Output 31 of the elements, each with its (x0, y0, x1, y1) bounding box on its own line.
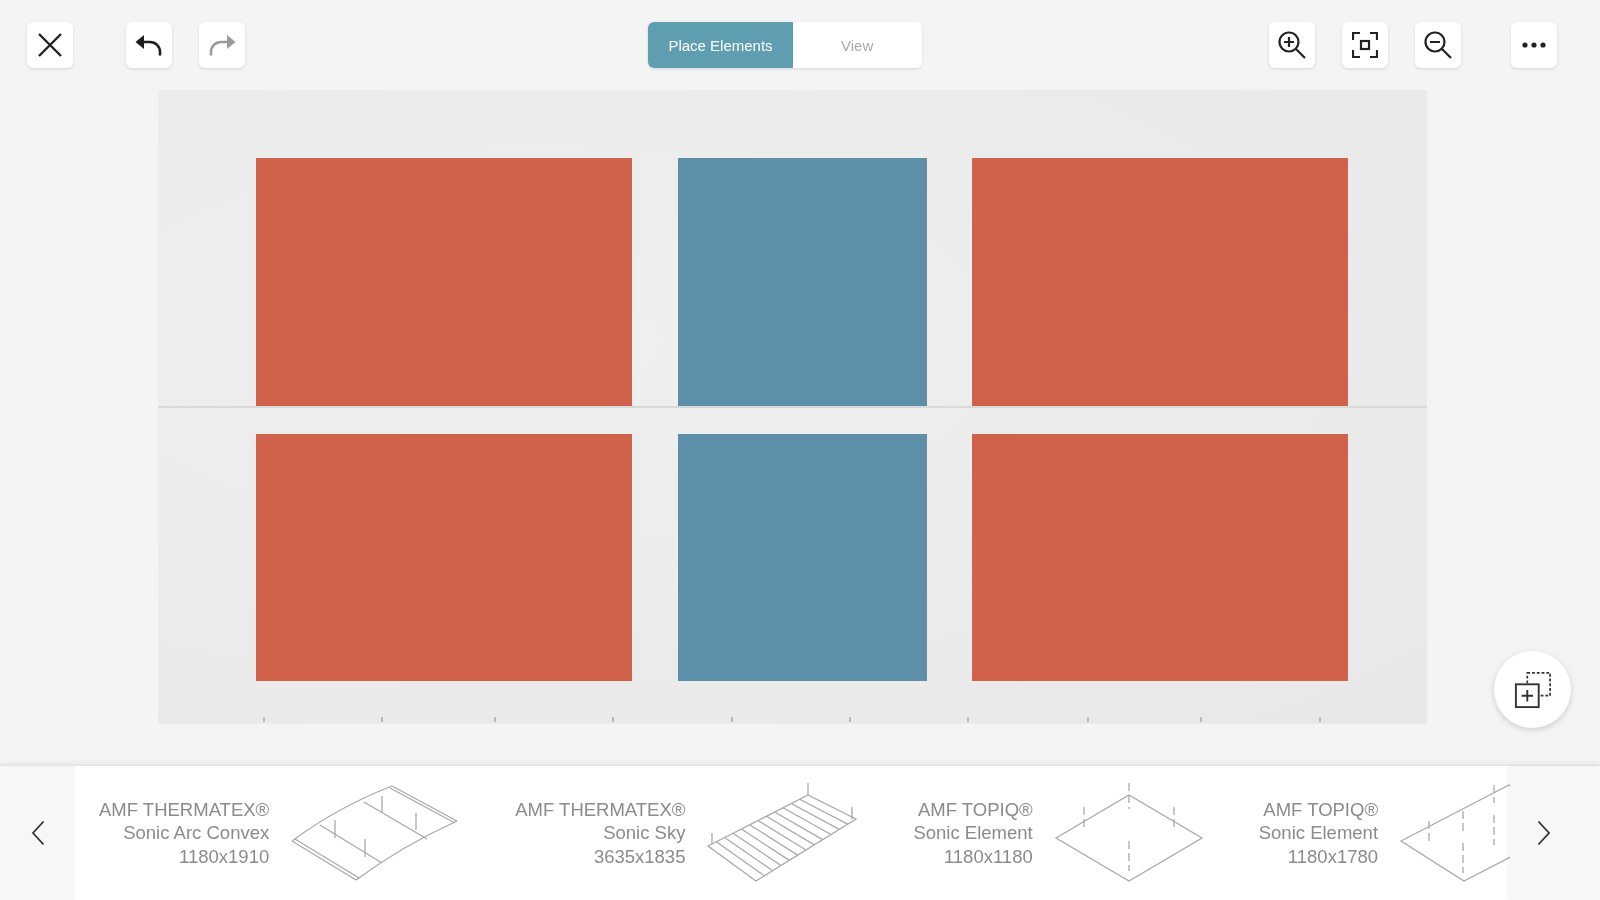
product-brand: AMF TOPIQ® (1263, 797, 1379, 822)
zoom-in-button[interactable] (1269, 22, 1315, 68)
product-size: 1180x1180 (943, 844, 1033, 869)
close-icon (38, 33, 62, 57)
product-brand: AMF THERMATEX® (515, 797, 686, 822)
product-size: 1180x1780 (1287, 844, 1379, 869)
product-brand: AMF THERMATEX® (99, 797, 270, 822)
product-name: Sonic Element (913, 821, 1033, 845)
undo-icon (135, 34, 163, 56)
add-element-button[interactable] (1494, 651, 1571, 728)
close-button[interactable] (27, 22, 73, 68)
chevron-left-icon (30, 820, 45, 846)
more-icon (1522, 42, 1546, 48)
zoom-in-icon (1278, 31, 1306, 59)
undo-button[interactable] (126, 22, 172, 68)
product-size: 3635x1835 (593, 844, 686, 869)
mode-tab[interactable]: Place Elements (648, 22, 793, 68)
product-size: 1180x1910 (179, 844, 270, 869)
product-brand: AMF TOPIQ® (918, 797, 1033, 822)
product-name: Sonic Arc Convex (123, 821, 270, 845)
product-name: Sonic Sky (603, 821, 686, 845)
zoom-out-button[interactable] (1415, 22, 1461, 68)
product-name: Sonic Element (1258, 821, 1379, 845)
mode-tab[interactable]: View (792, 22, 922, 68)
more-button[interactable] (1511, 22, 1557, 68)
redo-icon (208, 34, 236, 56)
fit-screen-button[interactable] (1342, 22, 1388, 68)
zoom-out-icon (1424, 31, 1452, 59)
chevron-right-icon (1537, 820, 1551, 846)
fit-screen-icon (1352, 32, 1378, 58)
plus-square-icon (1513, 670, 1552, 709)
